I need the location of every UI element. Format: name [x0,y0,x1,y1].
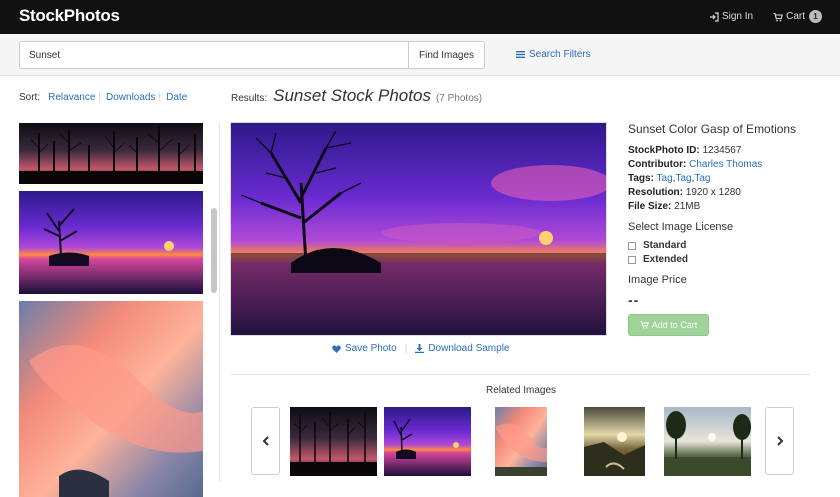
tag-link[interactable]: Tag [694,173,710,184]
resolution-value: 1920 x 1280 [685,187,741,198]
chevron-right-icon [776,436,783,446]
related-purple-image [384,407,471,476]
thumbnail-list [19,123,203,497]
license-standard-label: Standard [643,240,687,251]
download-sample-link[interactable]: Download Sample [415,343,510,354]
search-input[interactable] [19,41,409,69]
add-to-cart-label: Add to Cart [651,320,698,330]
search-filters-label: Search Filters [529,49,591,60]
photo-id-label: StockPhoto ID: [628,145,700,156]
main-photo[interactable] [230,122,607,336]
top-navbar: StockPhotos Sign In Cart 1 [0,0,840,34]
sort-relevance[interactable]: Relavance [48,92,95,103]
price-value: -- [628,292,640,308]
purple-sunset-image [19,191,203,294]
save-photo-label: Save Photo [345,343,397,354]
sort-date[interactable]: Date [166,92,187,103]
related-park-image [664,407,751,476]
related-forest-image [290,407,377,476]
sign-in-link[interactable]: Sign In [709,11,753,22]
photo-actions: Save Photo | Download Sample [332,343,510,354]
results-heading: Results: Sunset Stock Photos (7 Photos) [231,86,482,106]
related-thumb-forest[interactable] [290,407,377,476]
license-standard-checkbox[interactable] [628,242,636,250]
cart-label: Cart [786,11,805,22]
save-photo-link[interactable]: Save Photo [332,343,397,354]
heart-icon [332,345,341,353]
thumbnail-forest-sunset[interactable] [19,123,203,184]
find-images-button[interactable]: Find Images [408,41,485,69]
related-valley-image [584,407,645,476]
list-icon [516,51,525,58]
file-size-value: 21MB [674,201,701,212]
forest-sunset-image [19,123,203,184]
related-divider [231,374,811,375]
photo-id-row: StockPhoto ID: 1234567 [628,144,828,158]
related-clouds-image [495,407,547,476]
column-divider [219,123,220,483]
sign-in-label: Sign In [721,11,754,22]
main-photo-image [231,123,606,335]
sort-separator: | [98,92,101,103]
related-thumb-purple[interactable] [384,407,471,476]
file-size-label: File Size: [628,201,672,212]
license-heading: Select Image License [628,221,734,233]
thumbnail-purple-sunset[interactable] [19,191,203,294]
download-sample-label: Download Sample [428,343,510,354]
search-bar: Find Images Search Filters [0,34,840,76]
license-extended-checkbox[interactable] [628,256,636,264]
photo-title: Sunset Color Gasp of Emotions [628,122,797,136]
pink-clouds-image [19,301,203,497]
sort-options: Sort: Relavance | Downloads | Date [19,92,187,103]
tags-label: Tags: [628,173,654,184]
cart-link[interactable]: Cart 1 [773,10,822,23]
add-to-cart-button[interactable]: Add to Cart [628,314,709,336]
related-thumb-clouds[interactable] [495,407,547,476]
price-heading: Image Price [628,274,687,286]
license-standard-option[interactable]: Standard [628,239,828,253]
file-size-row: File Size: 21MB [628,200,828,214]
carousel-next-button[interactable] [765,407,794,475]
sort-separator: | [158,92,162,103]
license-extended-option[interactable]: Extended [628,253,828,267]
scrollbar-thumb[interactable] [211,208,217,293]
nav-right: Sign In Cart 1 [709,10,822,23]
sort-downloads[interactable]: Downloads [106,92,155,103]
related-thumb-park[interactable] [664,407,751,476]
photo-details: Sunset Color Gasp of Emotions StockPhoto… [628,122,828,308]
brand-logo[interactable]: StockPhotos [19,6,120,26]
contributor-link[interactable]: Charles Thomas [689,159,762,170]
license-extended-label: Extended [643,254,689,265]
tags-row: Tags: Tag,Tag,Tag [628,173,711,184]
cart-count-badge: 1 [809,10,822,23]
photo-id-value: 1234567 [702,145,742,156]
cart-icon [640,321,649,329]
contributor-row: Contributor: Charles Thomas [628,158,828,172]
carousel-prev-button[interactable] [251,407,280,475]
download-icon [415,344,425,353]
tag-link[interactable]: Tag [675,173,691,184]
resolution-label: Resolution: [628,187,683,198]
cart-icon [773,12,784,21]
action-separator: | [404,343,408,354]
sort-label: Sort: [19,92,41,103]
thumbnail-scrollbar[interactable] [209,123,219,483]
contributor-label: Contributor: [628,159,687,170]
results-count: (7 Photos) [435,93,483,104]
resolution-row: Resolution: 1920 x 1280 [628,186,828,200]
sign-in-icon [709,11,719,22]
results-label: Results: [231,93,268,104]
results-query: Sunset Stock Photos [273,86,431,105]
tag-link[interactable]: Tag [657,173,673,184]
thumbnail-pink-clouds[interactable] [19,301,203,497]
chevron-left-icon [262,436,269,446]
search-filters-link[interactable]: Search Filters [516,49,591,60]
related-images-title: Related Images [485,385,557,396]
related-thumb-valley[interactable] [584,407,645,476]
